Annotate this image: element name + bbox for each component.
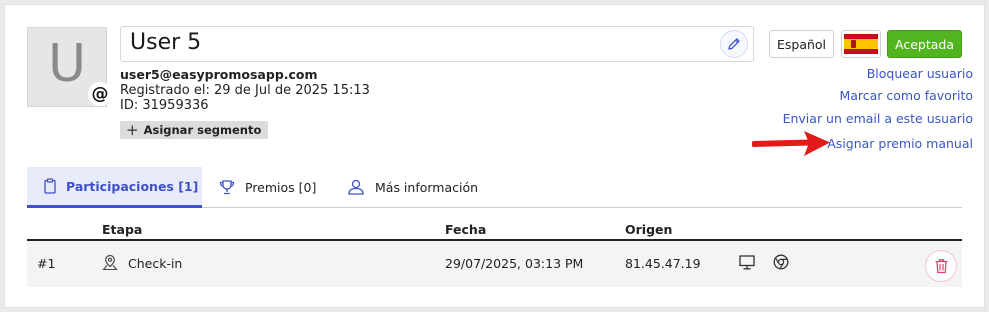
user-name: User 5: [130, 30, 202, 55]
red-arrow-annotation: [752, 131, 830, 156]
chrome-icon: [773, 254, 789, 273]
user-email: user5@easypromosapp.com: [120, 67, 318, 82]
send-email-link[interactable]: Enviar un email a este usuario: [783, 111, 973, 126]
trophy-icon: [219, 179, 235, 195]
mark-favorite-link[interactable]: Marcar como favorito: [839, 88, 973, 103]
flag-stripes: [844, 34, 878, 54]
spain-flag-icon[interactable]: [841, 30, 881, 58]
email-user-badge: @: [88, 82, 112, 106]
tab-participations[interactable]: Participaciones [1]: [27, 167, 202, 208]
table-row: #1 Check-in 29/07/2025, 03:13 PM 81.45.4…: [27, 241, 962, 287]
desktop-icon: [739, 255, 755, 273]
column-date: Fecha: [445, 222, 487, 237]
user-name-field[interactable]: User 5: [120, 26, 754, 62]
language-button[interactable]: Español: [769, 30, 834, 58]
avatar-letter: U: [47, 34, 87, 94]
trash-icon: [935, 259, 947, 274]
user-id: ID: 31959336: [120, 98, 209, 113]
plus-icon: +: [126, 121, 139, 139]
tab-participations-label: Participaciones [1]: [66, 178, 199, 194]
block-user-link[interactable]: Bloquear usuario: [867, 66, 973, 81]
tab-prizes[interactable]: Premios [0]: [219, 167, 316, 207]
column-origin: Origen: [625, 222, 673, 237]
tabs-bar: Participaciones [1] Premios [0] Más info…: [27, 167, 962, 208]
tab-prizes-label: Premios [0]: [245, 179, 317, 195]
row-date: 29/07/2025, 03:13 PM: [445, 256, 584, 271]
assign-segment-label: Asignar segmento: [143, 123, 262, 137]
registration-date: Registrado el: 29 de Jul de 2025 15:13: [120, 83, 370, 98]
assign-segment-button[interactable]: + Asignar segmento: [120, 121, 269, 139]
table-header: Etapa Fecha Origen: [27, 220, 962, 241]
column-stage: Etapa: [102, 222, 143, 237]
flag-crest: [851, 40, 856, 48]
clipboard-icon: [44, 178, 56, 194]
tab-more-info[interactable]: Más información: [347, 167, 478, 207]
location-pin-icon: [102, 254, 118, 274]
assign-prize-link[interactable]: Asignar premio manual: [827, 136, 973, 151]
user-icon: [347, 179, 365, 195]
row-index: #1: [37, 256, 56, 271]
pencil-icon: [728, 38, 740, 50]
row-origin: 81.45.47.19: [625, 256, 701, 271]
tab-more-info-label: Más información: [375, 179, 479, 195]
delete-participation-button[interactable]: [925, 250, 957, 282]
row-stage: Check-in: [128, 256, 183, 271]
edit-name-button[interactable]: [720, 30, 748, 58]
status-accepted-button[interactable]: Aceptada: [887, 30, 962, 58]
